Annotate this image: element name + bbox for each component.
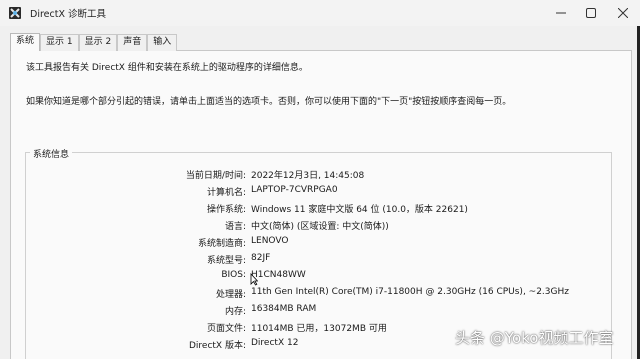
info-row-language: 语言: 中文(简体) (区域设置: 中文(简体)) [0, 219, 640, 233]
info-label: 当前日期/时间: [185, 171, 246, 181]
info-row-memory: 内存: 16384MB RAM [0, 304, 640, 318]
maximize-button[interactable] [576, 0, 606, 26]
text-cursor-icon [250, 273, 258, 286]
close-button[interactable] [606, 0, 640, 26]
description-text-1: 该工具报告有关 DirectX 组件和安装在系统上的驱动程序的详细信息。 [26, 63, 308, 73]
minimize-button[interactable] [546, 0, 576, 26]
info-label: DirectX 版本: [188, 341, 246, 351]
info-label: 计算机名: [206, 188, 246, 198]
title-bar: DirectX 诊断工具 [0, 0, 640, 26]
info-value: LAPTOP-7CVRPGA0 [251, 185, 338, 195]
info-label: BIOS: [221, 270, 246, 280]
close-icon [618, 8, 628, 18]
info-value: 82JF [251, 253, 271, 263]
info-label: 操作系统: [206, 205, 246, 215]
info-value: Windows 11 家庭中文版 64 位 (10.0，版本 22621) [251, 205, 468, 215]
info-row-os: 操作系统: Windows 11 家庭中文版 64 位 (10.0，版本 226… [0, 202, 640, 216]
info-row-computer-name: 计算机名: LAPTOP-7CVRPGA0 [0, 185, 640, 199]
info-label: 系统型号: [206, 256, 246, 266]
info-value: 11014MB 已用，13072MB 可用 [251, 324, 387, 334]
minimize-icon [556, 12, 566, 14]
info-row-processor: 处理器: 11th Gen Intel(R) Core(TM) i7-11800… [0, 287, 640, 301]
info-value: H1CN48WW [251, 270, 306, 280]
info-label: 系统制造商: [197, 239, 246, 249]
info-label: 内存: [224, 307, 246, 317]
info-value: DirectX 12 [251, 338, 299, 348]
info-row-bios: BIOS: H1CN48WW [0, 270, 640, 284]
info-label: 页面文件: [206, 324, 246, 334]
window-title: DirectX 诊断工具 [30, 9, 106, 20]
system-info-group-title: 系统信息 [30, 147, 73, 160]
info-value: 11th Gen Intel(R) Core(TM) i7-11800H @ 2… [251, 287, 569, 297]
info-row-datetime: 当前日期/时间: 2022年12月3日, 14:45:08 [0, 168, 640, 182]
maximize-icon [586, 8, 596, 18]
tab-display-2[interactable]: 显示 2 [78, 34, 118, 51]
info-row-model: 系统型号: 82JF [0, 253, 640, 267]
watermark: 头条 @Yoko视频工作室 [455, 329, 614, 347]
info-row-manufacturer: 系统制造商: LENOVO [0, 236, 640, 250]
window-controls [546, 0, 640, 26]
tab-display-1[interactable]: 显示 1 [40, 34, 79, 51]
info-value: 中文(简体) (区域设置: 中文(简体)) [251, 222, 389, 232]
tab-input[interactable]: 输入 [147, 34, 178, 51]
tab-sound[interactable]: 声音 [117, 34, 148, 51]
info-label: 语言: [224, 222, 246, 232]
directx-app-icon [8, 6, 22, 20]
tab-system[interactable]: 系统 [10, 33, 41, 51]
info-value: 2022年12月3日, 14:45:08 [251, 171, 365, 181]
info-label: 处理器: [215, 290, 246, 300]
description-text-2: 如果你知道是哪个部分引起的错误，请单击上面适当的选项卡。否则，你可以使用下面的"… [26, 97, 512, 107]
info-value: 16384MB RAM [251, 304, 317, 314]
tab-strip: 系统 显示 1 显示 2 声音 输入 [10, 33, 178, 51]
info-value: LENOVO [251, 236, 289, 246]
